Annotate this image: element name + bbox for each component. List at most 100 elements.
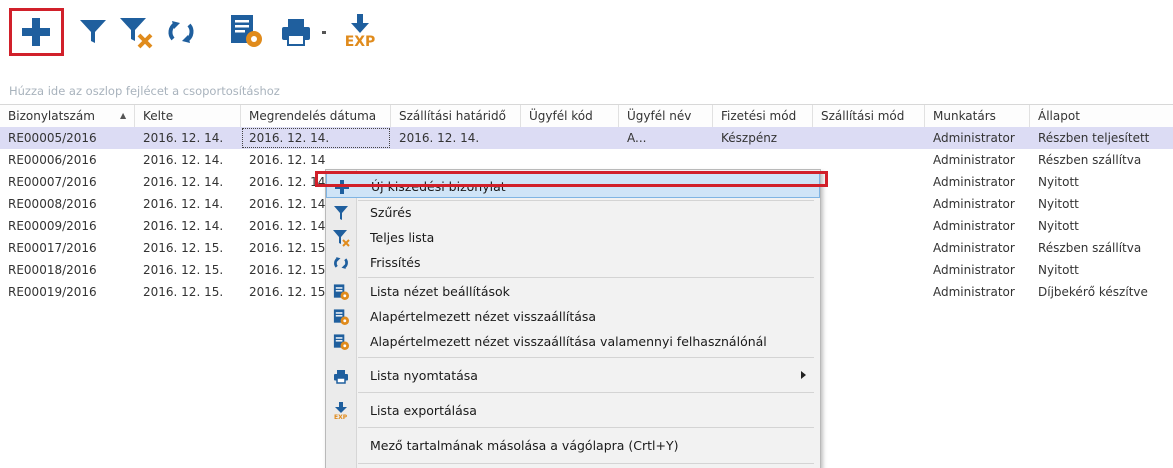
column-header-ugyfel-nev[interactable]: Ügyfél név xyxy=(619,105,713,127)
table-cell-megr[interactable]: 2016. 12. 14 xyxy=(241,149,391,171)
table-cell-kelte[interactable]: 2016. 12. 15. xyxy=(135,237,241,259)
table-cell-allapot[interactable]: Részben szállítva xyxy=(1030,237,1173,259)
menu-item-list-view-settings[interactable]: Lista nézet beállítások xyxy=(326,279,820,304)
menu-item-reset-default-view[interactable]: Alapértelmezett nézet visszaállítása xyxy=(326,304,820,329)
menu-item-reset-default-view-all-users[interactable]: Alapértelmezett nézet visszaállítása val… xyxy=(326,329,820,354)
column-header-allapot[interactable]: Állapot xyxy=(1030,105,1173,127)
refresh-button[interactable] xyxy=(162,12,200,52)
table-cell-allapot[interactable]: Részben teljesített xyxy=(1030,127,1173,149)
table-cell-allapot[interactable]: Nyitott xyxy=(1030,215,1173,237)
table-cell-kelte[interactable]: 2016. 12. 15. xyxy=(135,281,241,303)
table-cell-munkatars[interactable]: Administrator xyxy=(925,215,1030,237)
table-cell-id[interactable]: RE00008/2016 xyxy=(0,193,135,215)
table-cell-szall[interactable]: 2016. 12. 14. xyxy=(391,127,521,149)
menu-item-label: Teljes lista xyxy=(370,230,435,245)
refresh-icon xyxy=(331,253,351,273)
table-cell-ugyfel-nev[interactable] xyxy=(619,149,713,171)
list-settings-button[interactable] xyxy=(225,10,267,52)
table-cell-szall-mod[interactable] xyxy=(813,215,925,237)
table-cell-allapot[interactable]: Díjbekérő készítve xyxy=(1030,281,1173,303)
refresh-icon xyxy=(168,21,194,43)
column-header-fizetesi-mod[interactable]: Fizetési mód xyxy=(713,105,813,127)
table-cell-ugyfel-kod[interactable] xyxy=(521,149,619,171)
table-cell-szall-mod[interactable] xyxy=(813,193,925,215)
settings-list-icon xyxy=(331,282,351,302)
table-row[interactable]: RE00006/2016 2016. 12. 14. 2016. 12. 14 Adm… xyxy=(0,149,1173,171)
add-button[interactable] xyxy=(13,12,59,52)
menu-item-refresh[interactable]: Frissítés xyxy=(326,250,820,275)
export-icon xyxy=(351,14,369,33)
funnel-icon xyxy=(80,20,106,43)
funnel-clear-icon xyxy=(120,18,153,49)
table-cell-id[interactable]: RE00018/2016 xyxy=(0,259,135,281)
table-cell-szall-mod[interactable] xyxy=(813,127,925,149)
table-cell-allapot[interactable]: Nyitott xyxy=(1030,193,1173,215)
table-cell-munkatars[interactable]: Administrator xyxy=(925,281,1030,303)
table-cell-munkatars[interactable]: Administrator xyxy=(925,237,1030,259)
menu-item-print-list[interactable]: Lista nyomtatása xyxy=(326,363,820,388)
menu-separator xyxy=(358,277,814,278)
table-cell-allapot[interactable]: Nyitott xyxy=(1030,171,1173,193)
column-header-kelte[interactable]: Kelte xyxy=(135,105,241,127)
column-header-munkatars[interactable]: Munkatárs xyxy=(925,105,1030,127)
menu-item-filter[interactable]: Szűrés xyxy=(326,200,820,225)
table-cell-munkatars[interactable]: Administrator xyxy=(925,259,1030,281)
menu-item-label: Frissítés xyxy=(370,255,421,270)
filter-button[interactable] xyxy=(76,12,110,52)
table-cell-szall-mod[interactable] xyxy=(813,237,925,259)
table-cell-munkatars[interactable]: Administrator xyxy=(925,171,1030,193)
column-header-ugyfel-kod[interactable]: Ügyfél kód xyxy=(521,105,619,127)
table-cell-megr[interactable]: 2016. 12. 14. xyxy=(241,127,391,149)
table-cell-kelte[interactable]: 2016. 12. 15. xyxy=(135,259,241,281)
column-header-bizonylatszam[interactable]: Bizonylatszám ▲ xyxy=(0,105,135,127)
menu-separator xyxy=(358,392,814,393)
table-cell-kelte[interactable]: 2016. 12. 14. xyxy=(135,171,241,193)
table-cell-id[interactable]: RE00005/2016 xyxy=(0,127,135,149)
settings-list-icon xyxy=(331,332,351,352)
table-cell-id[interactable]: RE00017/2016 xyxy=(0,237,135,259)
table-cell-kelte[interactable]: 2016. 12. 14. xyxy=(135,149,241,171)
table-cell-munkatars[interactable]: Administrator xyxy=(925,149,1030,171)
table-cell-szall-mod[interactable] xyxy=(813,259,925,281)
menu-item-export-list[interactable]: EXP Lista exportálása xyxy=(326,398,820,423)
settings-list-icon xyxy=(231,15,262,47)
menu-item-copy-field[interactable]: Mező tartalmának másolása a vágólapra (C… xyxy=(326,433,820,458)
menu-item-label: Lista nézet beállítások xyxy=(370,284,510,299)
column-header-megrendeles-datuma[interactable]: Megrendelés dátuma xyxy=(241,105,391,127)
table-cell-szall-mod[interactable] xyxy=(813,281,925,303)
printer-icon xyxy=(331,366,351,386)
table-cell-ugyfel-nev[interactable]: A... xyxy=(619,127,713,149)
table-cell-ugyfel-kod[interactable] xyxy=(521,127,619,149)
table-cell-munkatars[interactable]: Administrator xyxy=(925,127,1030,149)
table-cell-allapot[interactable]: Részben szállítva xyxy=(1030,149,1173,171)
menu-item-highlight-box xyxy=(315,171,828,187)
table-cell-id[interactable]: RE00019/2016 xyxy=(0,281,135,303)
table-cell-id[interactable]: RE00009/2016 xyxy=(0,215,135,237)
table-cell-id[interactable]: RE00006/2016 xyxy=(0,149,135,171)
table-cell-kelte[interactable]: 2016. 12. 14. xyxy=(135,193,241,215)
print-dropdown-button[interactable] xyxy=(318,24,330,40)
table-cell-szall[interactable] xyxy=(391,149,521,171)
table-cell-allapot[interactable]: Nyitott xyxy=(1030,259,1173,281)
table-cell-kelte[interactable]: 2016. 12. 14. xyxy=(135,127,241,149)
menu-item-label: Lista nyomtatása xyxy=(370,368,478,383)
table-cell-szall-mod[interactable] xyxy=(813,171,925,193)
menu-separator xyxy=(358,357,814,358)
table-cell-szall-mod[interactable] xyxy=(813,149,925,171)
funnel-clear-icon xyxy=(331,228,351,248)
chevron-down-icon xyxy=(322,31,326,34)
column-header-szallitasi-mod[interactable]: Szállítási mód xyxy=(813,105,925,127)
table-cell-kelte[interactable]: 2016. 12. 14. xyxy=(135,215,241,237)
table-cell-munkatars[interactable]: Administrator xyxy=(925,193,1030,215)
menu-item-full-list[interactable]: Teljes lista xyxy=(326,225,820,250)
table-cell-fizetes[interactable] xyxy=(713,149,813,171)
column-header-szallitasi-hatarido[interactable]: Szállítási határidő xyxy=(391,105,521,127)
table-cell-id[interactable]: RE00007/2016 xyxy=(0,171,135,193)
menu-separator xyxy=(358,463,814,464)
print-button[interactable] xyxy=(276,12,316,52)
export-icon: EXP xyxy=(331,401,351,421)
clear-filter-button[interactable] xyxy=(115,12,157,52)
table-row[interactable]: RE00005/2016 2016. 12. 14. 2016. 12. 14. 20… xyxy=(0,127,1173,149)
table-cell-fizetes[interactable]: Készpénz xyxy=(713,127,813,149)
export-button[interactable]: EXP xyxy=(340,10,380,54)
